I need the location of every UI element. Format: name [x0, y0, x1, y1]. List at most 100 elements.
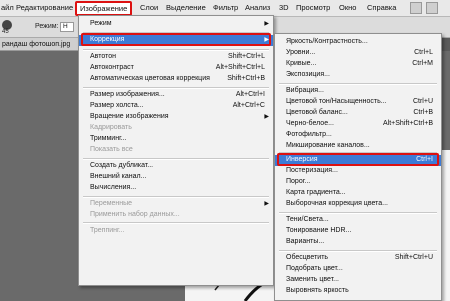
- mode-select[interactable]: Н: [60, 22, 74, 32]
- menu-item-label: Выборочная коррекция цвета...: [286, 200, 388, 207]
- submenu-arrow-icon: ▶: [264, 114, 269, 120]
- menu-item-label: Варианты...: [286, 238, 325, 245]
- menu-item[interactable]: Вращение изображения ▶: [79, 112, 273, 123]
- menu-item[interactable]: Экспозиция...: [275, 70, 441, 81]
- menu-item[interactable]: Постеризация...: [275, 166, 441, 177]
- menu-item[interactable]: Создать дубликат...: [79, 161, 273, 172]
- menu-item[interactable]: Выровнять яркость: [275, 286, 441, 297]
- menu-item-label: Кадрировать: [90, 124, 132, 131]
- menu-edit[interactable]: Редактирование: [16, 3, 73, 12]
- menu-item[interactable]: Обесцветить Shift+Ctrl+U: [275, 253, 441, 264]
- menu-item-label: Выровнять яркость: [286, 287, 349, 294]
- menu-item-label: Вращение изображения: [90, 113, 169, 120]
- menu-item: Переменные ▶: [79, 199, 273, 210]
- menu-item-shortcut: Alt+Shift+Ctrl+L: [215, 64, 265, 71]
- menu-item-shortcut: Shift+Ctrl+B: [227, 75, 265, 82]
- menu-item[interactable]: Автоматическая цветовая коррекция Shift+C…: [79, 74, 273, 85]
- menu-item-label: Переменные: [90, 200, 133, 207]
- menu-image[interactable]: Изображение: [75, 1, 133, 16]
- menu-item[interactable]: Варианты...: [275, 237, 441, 248]
- menu-window[interactable]: Окно: [339, 3, 356, 12]
- menu-item[interactable]: Размер изображения... Alt+Ctrl+I: [79, 90, 273, 101]
- menu-separator: [83, 196, 269, 198]
- menu-item[interactable]: Режим ▶: [79, 19, 273, 30]
- menu-separator: [83, 87, 269, 89]
- menu-item-label: Цветовой баланс...: [286, 109, 348, 116]
- minibridge-icon[interactable]: [426, 2, 438, 14]
- bridge-icon[interactable]: [410, 2, 422, 14]
- menu-item-shortcut: Ctrl+U: [412, 98, 433, 105]
- menu-item[interactable]: Микширование каналов...: [275, 141, 441, 152]
- menu-item-label: Фотофильтр...: [286, 131, 332, 138]
- menu-item-label: Создать дубликат...: [90, 162, 154, 169]
- menu-item: Применить набор данных...: [79, 210, 273, 221]
- menu-item[interactable]: Цветовой баланс... Ctrl+B: [275, 108, 441, 119]
- menu-view[interactable]: Просмотр: [296, 3, 330, 12]
- mode-label: Режим:: [35, 23, 59, 30]
- menu-item-label: Черно-белое...: [286, 120, 334, 127]
- menu-item[interactable]: Цветовой тон/Насыщенность... Ctrl+U: [275, 97, 441, 108]
- menu-item[interactable]: Тонирование HDR...: [275, 226, 441, 237]
- menu-item-shortcut: Alt+Ctrl+C: [232, 102, 265, 109]
- menu-item-label: Автотон: [90, 53, 116, 60]
- menu-help[interactable]: Справка: [367, 3, 396, 12]
- highlight-box-inversion: [277, 153, 439, 166]
- menu-item[interactable]: Автотон Shift+Ctrl+L: [79, 52, 273, 63]
- menu-separator: [83, 49, 269, 51]
- menu-item[interactable]: Вычисления...: [79, 183, 273, 194]
- menu-item-label: Кривые...: [286, 60, 317, 67]
- menu-select[interactable]: Выделение: [166, 3, 206, 12]
- menu-3d[interactable]: 3D: [279, 3, 289, 12]
- menu-item-label: Применить набор данных...: [90, 211, 180, 218]
- menu-filter[interactable]: Фильтр: [213, 3, 238, 12]
- menu-item: Кадрировать: [79, 123, 273, 134]
- menu-analysis[interactable]: Анализ: [245, 3, 270, 12]
- menu-item[interactable]: Тени/Света...: [275, 215, 441, 226]
- menu-item-label: Подобрать цвет...: [286, 265, 343, 272]
- menu-item-label: Размер изображения...: [90, 91, 165, 98]
- menu-item: Треппинг...: [79, 226, 273, 237]
- menu-item-label: Вибрация...: [286, 87, 324, 94]
- menu-item-shortcut: Ctrl+L: [414, 49, 433, 56]
- brush-size: 45: [2, 29, 9, 35]
- menu-item[interactable]: Карта градиента...: [275, 188, 441, 199]
- menu-item[interactable]: Выборочная коррекция цвета...: [275, 199, 441, 210]
- adjustments-submenu: Яркость/Контрастность... Уровни... Ctrl+L К…: [274, 33, 442, 301]
- menu-item[interactable]: Тримминг...: [79, 134, 273, 145]
- menu-file[interactable]: айл: [1, 3, 14, 12]
- menu-item-label: Уровни...: [286, 49, 316, 56]
- menu-separator: [279, 83, 437, 85]
- menu-item: Показать все: [79, 145, 273, 156]
- menu-item[interactable]: Подобрать цвет...: [275, 264, 441, 275]
- menu-item[interactable]: Вибрация...: [275, 86, 441, 97]
- menu-item-label: Микширование каналов...: [286, 142, 370, 149]
- menu-item-label: Цветовой тон/Насыщенность...: [286, 98, 387, 105]
- menu-item-shortcut: Alt+Shift+Ctrl+B: [383, 120, 433, 127]
- menu-item[interactable]: Размер холста... Alt+Ctrl+C: [79, 101, 273, 112]
- menu-separator: [279, 250, 437, 252]
- menu-item-label: Вычисления...: [90, 184, 137, 191]
- menu-item-shortcut: Shift+Ctrl+L: [228, 53, 265, 60]
- menu-item[interactable]: Уровни... Ctrl+L: [275, 48, 441, 59]
- menu-item-shortcut: Shift+Ctrl+U: [394, 254, 433, 261]
- menu-item[interactable]: Кривые... Ctrl+M: [275, 59, 441, 70]
- menu-item[interactable]: Порог...: [275, 177, 441, 188]
- menu-item-label: Показать все: [90, 146, 133, 153]
- menu-item-label: Режим: [90, 20, 112, 27]
- menu-item[interactable]: Внешний канал...: [79, 172, 273, 183]
- menu-item[interactable]: Заменить цвет...: [275, 275, 441, 286]
- menu-item-shortcut: Ctrl+M: [412, 60, 433, 67]
- image-menu: Режим ▶ Коррекция ▶ Автотон Shift+Ctrl+L Авток…: [78, 15, 274, 286]
- menu-item[interactable]: Фотофильтр...: [275, 130, 441, 141]
- menu-item-shortcut: Alt+Ctrl+I: [235, 91, 265, 98]
- menu-item[interactable]: Яркость/Контрастность...: [275, 37, 441, 48]
- menu-separator: [279, 212, 437, 214]
- menu-layers[interactable]: Слои: [140, 3, 158, 12]
- menu-item-label: Постеризация...: [286, 167, 338, 174]
- document-tab[interactable]: рандаш фотошоп.jpg: [0, 38, 80, 51]
- menu-item[interactable]: Черно-белое... Alt+Shift+Ctrl+B: [275, 119, 441, 130]
- menu-item-label: Обесцветить: [286, 254, 329, 261]
- menu-item[interactable]: Автоконтраст Alt+Shift+Ctrl+L: [79, 63, 273, 74]
- menu-item-label: Яркость/Контрастность...: [286, 38, 368, 45]
- menu-separator: [83, 222, 269, 224]
